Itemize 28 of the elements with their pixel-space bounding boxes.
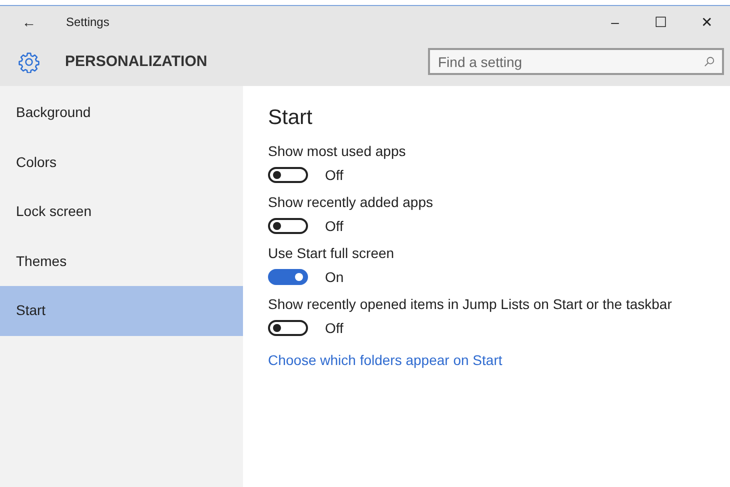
toggle-state: Off [325,167,344,183]
search-icon [704,56,715,67]
back-button[interactable]: ← [22,14,38,30]
toggle-switch[interactable] [268,167,308,183]
page-title: Start [268,106,314,130]
window-control-button[interactable]: ☐ [638,14,684,30]
section-title: PERSONALIZATION [65,53,208,70]
toggle-switch[interactable] [268,218,308,234]
setting-label: Show recently added apps [268,194,434,210]
setting-label: Use Start full screen [268,245,396,261]
sidebar-item[interactable]: Colors [0,138,243,187]
window-control-button[interactable]: ✕ [684,14,730,30]
sidebar-item[interactable]: Themes [0,236,243,286]
search-field[interactable]: Find a setting [428,48,724,75]
window-control-button[interactable]: – [592,14,638,30]
sidebar-item[interactable]: Background [0,88,243,138]
sidebar-item[interactable]: Start [0,286,243,336]
toggle-state: Off [325,320,344,336]
toggle-state: Off [325,218,344,234]
toggle-switch[interactable] [268,320,308,336]
setting-label: Show recently opened items in Jump Lists on Start or the taskbar [268,296,672,312]
toggle-state: On [325,269,344,285]
folders-link[interactable]: Choose which folders appear on Start [268,352,502,368]
settings-icon [18,50,40,72]
toggle-switch[interactable] [268,269,308,285]
setting-label: Show most used apps [268,143,407,159]
window-title: Settings [66,14,110,28]
sidebar-item[interactable]: Lock screen [0,187,243,236]
